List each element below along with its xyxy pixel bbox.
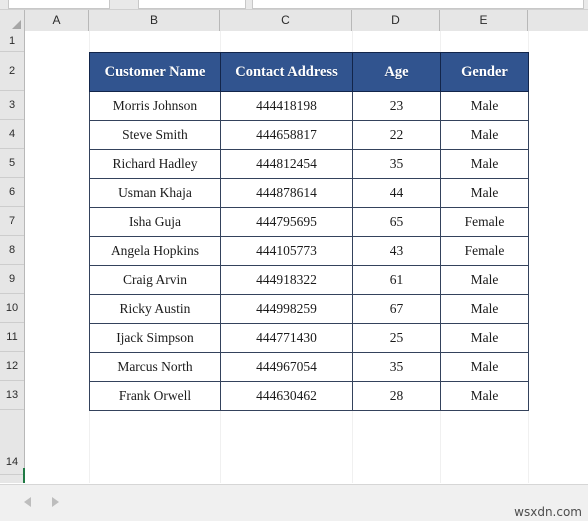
- toolbar-box-1[interactable]: [8, 0, 110, 9]
- cell-age[interactable]: 23: [352, 91, 441, 121]
- cell-gender[interactable]: Male: [440, 91, 529, 121]
- column-header-e[interactable]: E: [440, 10, 528, 31]
- cell-age[interactable]: 35: [352, 149, 441, 179]
- cell-gender[interactable]: Male: [440, 265, 529, 295]
- table-row[interactable]: Frank Orwell 444630462 28 Male: [89, 381, 529, 411]
- table-row[interactable]: Usman Khaja 444878614 44 Male: [89, 178, 529, 208]
- spreadsheet-app: A B C D E 1 2 3 4 5 6 7 8 9 10 11 12 13 …: [0, 0, 588, 521]
- cell-customer-name[interactable]: Angela Hopkins: [89, 236, 221, 266]
- cell-customer-name[interactable]: Marcus North: [89, 352, 221, 382]
- select-all-button[interactable]: [0, 10, 25, 31]
- column-header-age[interactable]: Age: [352, 52, 441, 92]
- table-row[interactable]: Morris Johnson 444418198 23 Male: [89, 91, 529, 121]
- column-header-gender[interactable]: Gender: [440, 52, 529, 92]
- cell-customer-name[interactable]: Ricky Austin: [89, 294, 221, 324]
- cell-contact-address[interactable]: 444878614: [220, 178, 353, 208]
- cell-contact-address[interactable]: 444967054: [220, 352, 353, 382]
- row-header-9[interactable]: 9: [0, 265, 24, 294]
- cell-age[interactable]: 22: [352, 120, 441, 150]
- select-all-triangle-icon: [12, 20, 21, 29]
- cell-gender[interactable]: Male: [440, 381, 529, 411]
- cell-customer-name[interactable]: Richard Hadley: [89, 149, 221, 179]
- cell-contact-address[interactable]: 444812454: [220, 149, 353, 179]
- row-header-8[interactable]: 8: [0, 236, 24, 265]
- row-header-14[interactable]: 14: [0, 410, 24, 475]
- cell-contact-address[interactable]: 444918322: [220, 265, 353, 295]
- cell-customer-name[interactable]: Craig Arvin: [89, 265, 221, 295]
- watermark: wsxdn.com: [514, 505, 582, 519]
- cell-customer-name[interactable]: Isha Guja: [89, 207, 221, 237]
- cell-gender[interactable]: Male: [440, 149, 529, 179]
- cell-gender[interactable]: Female: [440, 207, 529, 237]
- cell-gender[interactable]: Female: [440, 236, 529, 266]
- row-header-12[interactable]: 12: [0, 352, 24, 381]
- row-header-2[interactable]: 2: [0, 52, 24, 91]
- cell-customer-name[interactable]: Steve Smith: [89, 120, 221, 150]
- toolbar-box-3[interactable]: [252, 0, 584, 9]
- cell-contact-address[interactable]: 444795695: [220, 207, 353, 237]
- row-header-4[interactable]: 4: [0, 120, 24, 149]
- toolbar-box-2[interactable]: [138, 0, 246, 9]
- cell-contact-address[interactable]: 444630462: [220, 381, 353, 411]
- column-header-contact-address[interactable]: Contact Address: [220, 52, 353, 92]
- table-row[interactable]: Craig Arvin 444918322 61 Male: [89, 265, 529, 295]
- cell-gender[interactable]: Male: [440, 352, 529, 382]
- cell-contact-address[interactable]: 444418198: [220, 91, 353, 121]
- row-header-3[interactable]: 3: [0, 91, 24, 120]
- table-row[interactable]: Angela Hopkins 444105773 43 Female: [89, 236, 529, 266]
- cell-contact-address[interactable]: 444658817: [220, 120, 353, 150]
- cell-age[interactable]: 44: [352, 178, 441, 208]
- cell-customer-name[interactable]: Frank Orwell: [89, 381, 221, 411]
- cell-customer-name[interactable]: Morris Johnson: [89, 91, 221, 121]
- cell-age[interactable]: 65: [352, 207, 441, 237]
- column-header-a[interactable]: A: [25, 10, 89, 31]
- cell-age[interactable]: 61: [352, 265, 441, 295]
- cell-customer-name[interactable]: Ijack Simpson: [89, 323, 221, 353]
- sheet-nav-arrows: [22, 491, 82, 513]
- column-header-f[interactable]: [528, 10, 588, 31]
- cell-contact-address[interactable]: 444105773: [220, 236, 353, 266]
- column-header-b[interactable]: B: [89, 10, 220, 31]
- table-row[interactable]: Steve Smith 444658817 22 Male: [89, 120, 529, 150]
- nav-left-arrow-icon[interactable]: [24, 497, 31, 507]
- cell-age[interactable]: 67: [352, 294, 441, 324]
- cell-gender[interactable]: Male: [440, 178, 529, 208]
- cell-age[interactable]: 25: [352, 323, 441, 353]
- row-header-5[interactable]: 5: [0, 149, 24, 178]
- nav-right-arrow-icon[interactable]: [52, 497, 59, 507]
- sheet-tab-bar: Washington New York California wsxdn.com: [0, 484, 588, 521]
- row-header-10[interactable]: 10: [0, 294, 24, 323]
- row-header-11[interactable]: 11: [0, 323, 24, 352]
- toolbar-strip: [0, 0, 588, 10]
- customer-data-table[interactable]: Customer Name Contact Address Age Gender…: [89, 52, 529, 411]
- table-row[interactable]: Ijack Simpson 444771430 25 Male: [89, 323, 529, 353]
- cell-age[interactable]: 43: [352, 236, 441, 266]
- table-row[interactable]: Marcus North 444967054 35 Male: [89, 352, 529, 382]
- cell-customer-name[interactable]: Usman Khaja: [89, 178, 221, 208]
- table-body: Morris Johnson 444418198 23 Male Steve Smit…: [89, 91, 529, 411]
- row-header-7[interactable]: 7: [0, 207, 24, 236]
- column-header-c[interactable]: C: [220, 10, 352, 31]
- cell-gender[interactable]: Male: [440, 323, 529, 353]
- table-row[interactable]: Ricky Austin 444998259 67 Male: [89, 294, 529, 324]
- cell-age[interactable]: 28: [352, 381, 441, 411]
- column-header-customer-name[interactable]: Customer Name: [89, 52, 221, 92]
- column-header-d[interactable]: D: [352, 10, 440, 31]
- row-header-6[interactable]: 6: [0, 178, 24, 207]
- cell-contact-address[interactable]: 444771430: [220, 323, 353, 353]
- cell-gender[interactable]: Male: [440, 120, 529, 150]
- cell-contact-address[interactable]: 444998259: [220, 294, 353, 324]
- row-header-1[interactable]: 1: [0, 31, 24, 52]
- cell-age[interactable]: 35: [352, 352, 441, 382]
- table-row[interactable]: Richard Hadley 444812454 35 Male: [89, 149, 529, 179]
- table-row[interactable]: Isha Guja 444795695 65 Female: [89, 207, 529, 237]
- table-header-row: Customer Name Contact Address Age Gender: [89, 52, 529, 92]
- row-header-13[interactable]: 13: [0, 381, 24, 410]
- cell-gender[interactable]: Male: [440, 294, 529, 324]
